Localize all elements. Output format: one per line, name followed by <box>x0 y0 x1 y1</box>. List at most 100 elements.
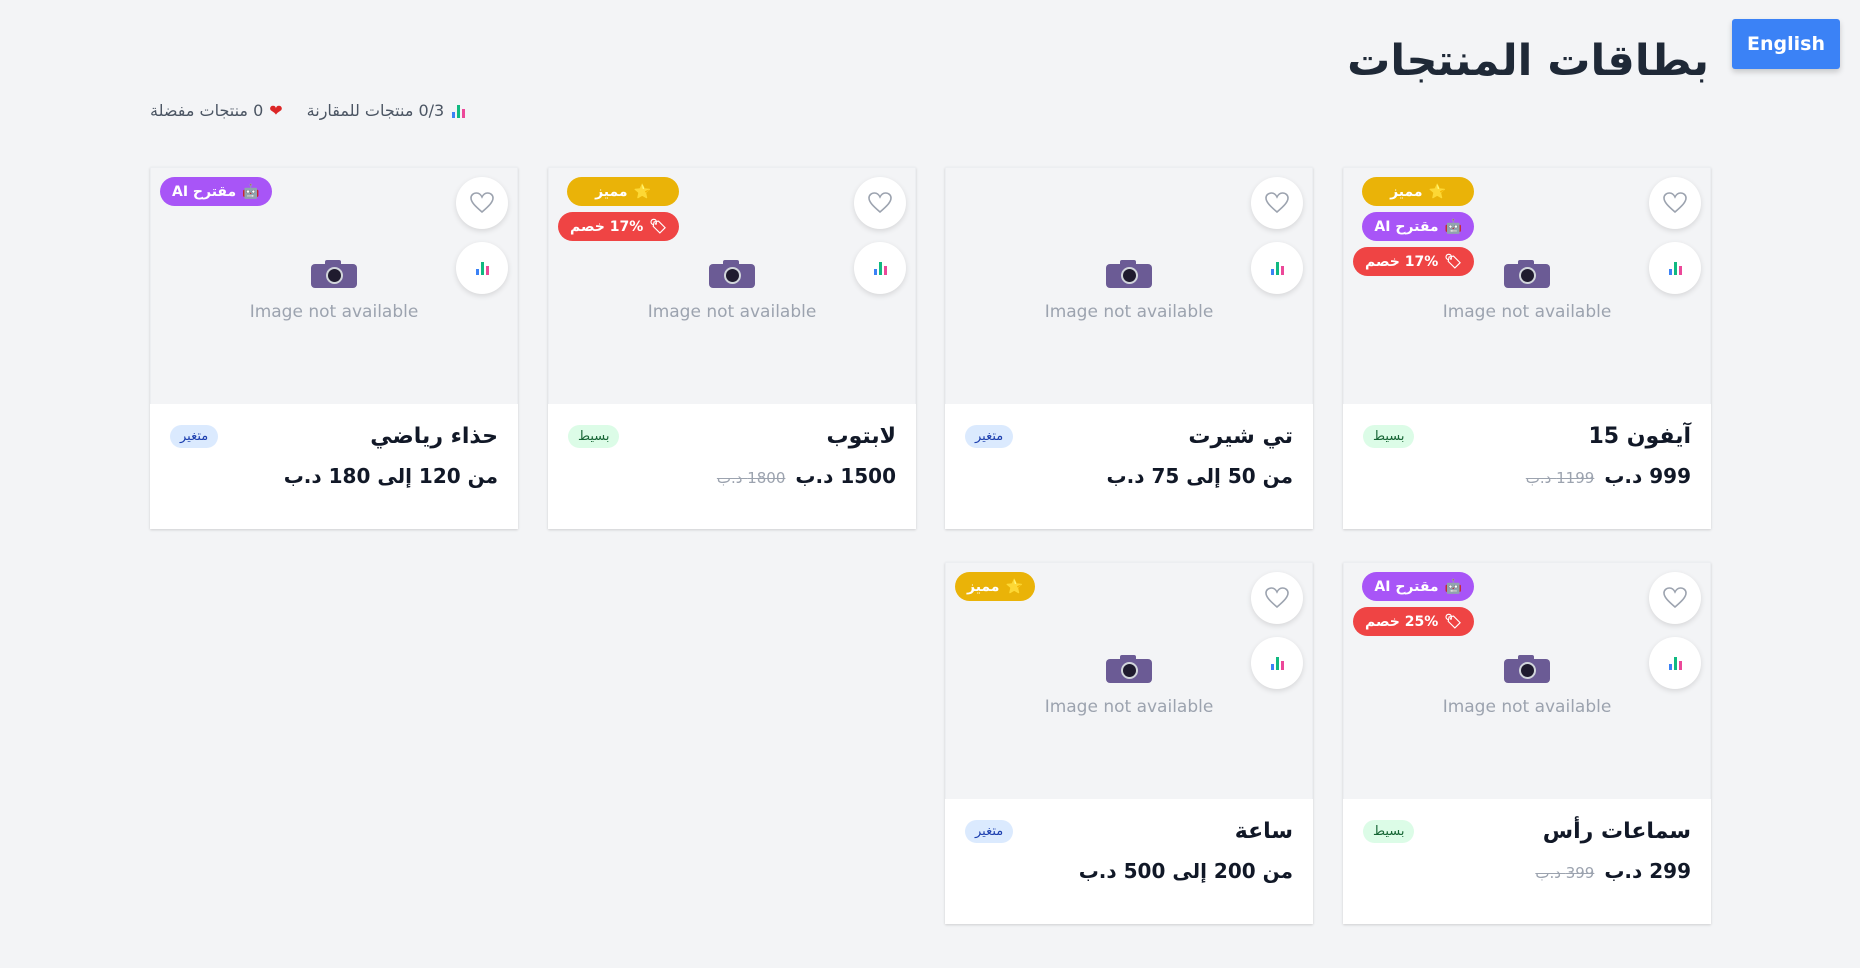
original-price: 399 د.ب <box>1535 864 1595 882</box>
bar-chart-icon <box>450 103 466 119</box>
product-type-badge: متغير <box>965 425 1014 448</box>
stats-bar: ❤ 0 منتجات مفضلة 0/3 منتجات للمقارنة <box>150 101 466 120</box>
product-type-badge: بسيط <box>1363 820 1415 843</box>
language-toggle-button[interactable]: English <box>1732 19 1840 69</box>
page-title: بطاقات المنتجات <box>1347 36 1709 86</box>
product-image: Image not available <box>945 167 1313 404</box>
bar-chart-icon <box>1269 260 1285 276</box>
favorite-button[interactable] <box>1251 572 1303 624</box>
compare-button[interactable] <box>1649 637 1701 689</box>
star-icon: ⭐ <box>1005 578 1023 595</box>
star-icon: ⭐ <box>1428 183 1447 200</box>
tag-icon: 🏷 <box>1444 613 1463 630</box>
ai-badge: 🤖 مقترح AI <box>160 177 272 206</box>
featured-badge: ⭐ مميز <box>1362 177 1475 206</box>
compare-button[interactable] <box>854 242 906 294</box>
badge-stack: 🤖 مقترح AI <box>160 177 272 206</box>
badge-stack: ⭐ مميز <box>955 572 1035 601</box>
robot-icon: 🤖 <box>1444 218 1463 235</box>
card-body: حذاء رياضي متغير من 120 إلى 180 د.ب <box>150 404 518 529</box>
camera-icon <box>709 258 755 288</box>
favorite-button[interactable] <box>456 177 508 229</box>
badge-stack: ⭐ مميز 🤖 مقترح AI 🏷 17% خصم <box>1353 177 1475 276</box>
bar-chart-icon <box>1269 655 1285 671</box>
product-cards-page: English بطاقات المنتجات ❤ 0 منتجات مفضلة… <box>0 0 1860 968</box>
robot-icon: 🤖 <box>242 183 260 200</box>
product-image: Image not available 🤖 مقترح AI 🏷 25% خصم <box>1343 562 1711 799</box>
product-type-badge: بسيط <box>1363 425 1415 448</box>
placeholder-text: Image not available <box>1442 697 1612 717</box>
placeholder-text: Image not available <box>647 302 817 322</box>
card-body: تي شيرت متغير من 50 إلى 75 د.ب <box>945 404 1313 529</box>
card-body: لابتوب بسيط 1500 د.ب 1800 د.ب <box>548 404 916 529</box>
tag-icon: 🏷 <box>649 218 668 235</box>
heart-icon <box>868 192 892 214</box>
ai-badge: 🤖 مقترح AI <box>1362 212 1475 241</box>
product-price: 1500 د.ب <box>795 464 896 488</box>
bar-chart-icon <box>474 260 490 276</box>
card-body: ساعة متغير من 200 إلى 500 د.ب <box>945 799 1313 924</box>
product-image: Image not available ⭐ مميز <box>945 562 1313 799</box>
discount-badge: 🏷 17% خصم <box>1353 247 1475 276</box>
featured-badge: ⭐ مميز <box>567 177 680 206</box>
product-price: من 120 إلى 180 د.ب <box>283 464 498 488</box>
badge-stack: 🤖 مقترح AI 🏷 25% خصم <box>1353 572 1475 636</box>
product-price: من 50 إلى 75 د.ب <box>1106 464 1293 488</box>
product-card[interactable]: Image not available 🤖 مقترح AI 🏷 25% خصم س… <box>1343 562 1711 924</box>
product-name[interactable]: سماعات رأس <box>1543 819 1691 844</box>
bar-chart-icon <box>872 260 888 276</box>
bar-chart-icon <box>1667 260 1683 276</box>
product-type-badge: بسيط <box>568 425 620 448</box>
heart-icon <box>1265 587 1289 609</box>
product-name[interactable]: لابتوب <box>826 424 896 449</box>
ai-badge: 🤖 مقترح AI <box>1362 572 1475 601</box>
card-body: آيفون 15 بسيط 999 د.ب 1199 د.ب <box>1343 404 1711 529</box>
product-type-badge: متغير <box>170 425 219 448</box>
product-name[interactable]: حذاء رياضي <box>370 424 498 449</box>
camera-icon <box>1504 653 1550 683</box>
compare-count-label: 0/3 منتجات للمقارنة <box>306 101 445 120</box>
product-card[interactable]: Image not available ⭐ مميز 🏷 17% خصم لابتو… <box>548 167 916 529</box>
product-card[interactable]: Image not available تي شيرت متغير من 50 … <box>945 167 1313 529</box>
robot-icon: 🤖 <box>1444 578 1463 595</box>
product-price: 299 د.ب <box>1604 859 1691 883</box>
favorite-button[interactable] <box>854 177 906 229</box>
placeholder-text: Image not available <box>249 302 419 322</box>
placeholder-text: Image not available <box>1442 302 1612 322</box>
favorite-button[interactable] <box>1649 177 1701 229</box>
discount-badge: 🏷 25% خصم <box>1353 607 1475 636</box>
favorites-count-label: 0 منتجات مفضلة <box>150 101 264 120</box>
heart-icon <box>470 192 494 214</box>
compare-button[interactable] <box>456 242 508 294</box>
favorites-count: ❤ 0 منتجات مفضلة <box>150 101 283 120</box>
compare-count: 0/3 منتجات للمقارنة <box>307 101 467 120</box>
product-image: Image not available ⭐ مميز 🤖 مقترح AI 🏷 17%… <box>1343 167 1711 404</box>
product-name[interactable]: آيفون 15 <box>1589 424 1692 449</box>
tag-icon: 🏷 <box>1444 253 1463 270</box>
product-name[interactable]: ساعة <box>1235 819 1293 844</box>
favorite-button[interactable] <box>1649 572 1701 624</box>
camera-icon <box>1106 653 1152 683</box>
compare-button[interactable] <box>1251 637 1303 689</box>
original-price: 1199 د.ب <box>1525 469 1595 487</box>
product-image: Image not available 🤖 مقترح AI <box>150 167 518 404</box>
product-card[interactable]: Image not available 🤖 مقترح AI حذاء رياضي… <box>150 167 518 529</box>
camera-icon <box>1504 258 1550 288</box>
product-image: Image not available ⭐ مميز 🏷 17% خصم <box>548 167 916 404</box>
compare-button[interactable] <box>1649 242 1701 294</box>
heart-icon <box>1663 587 1687 609</box>
heart-icon: ❤ <box>269 101 283 120</box>
badge-stack: ⭐ مميز 🏷 17% خصم <box>558 177 680 241</box>
product-card[interactable]: Image not available ⭐ مميز ساعة متغير من … <box>945 562 1313 924</box>
placeholder-text: Image not available <box>1044 697 1214 717</box>
camera-icon <box>1106 258 1152 288</box>
compare-button[interactable] <box>1251 242 1303 294</box>
discount-badge: 🏷 17% خصم <box>558 212 680 241</box>
favorite-button[interactable] <box>1251 177 1303 229</box>
heart-icon <box>1265 192 1289 214</box>
product-name[interactable]: تي شيرت <box>1188 424 1293 449</box>
product-price: من 200 إلى 500 د.ب <box>1078 859 1293 883</box>
bar-chart-icon <box>1667 655 1683 671</box>
product-card[interactable]: Image not available ⭐ مميز 🤖 مقترح AI 🏷 17%… <box>1343 167 1711 529</box>
original-price: 1800 د.ب <box>716 469 786 487</box>
